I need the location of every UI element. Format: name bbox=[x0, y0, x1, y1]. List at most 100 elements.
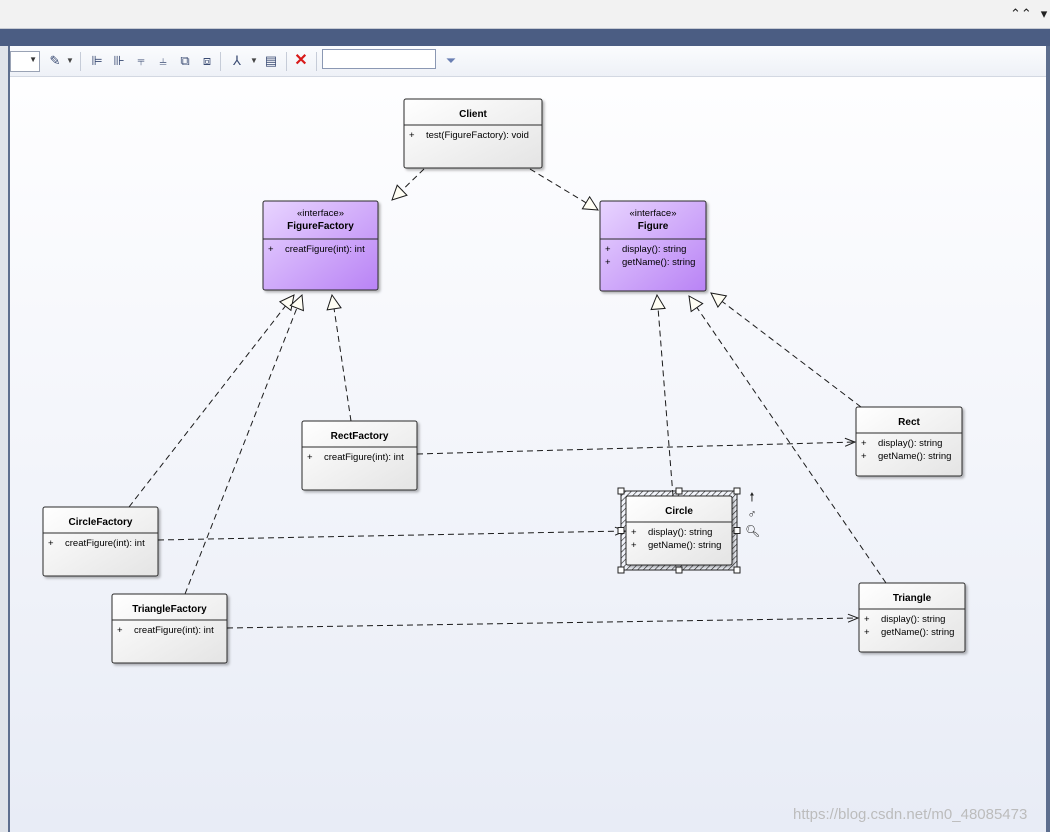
collapse-ribbon-icon[interactable]: ⌃⌃ bbox=[1010, 5, 1032, 23]
chevron-down-icon[interactable]: ▼ bbox=[66, 52, 74, 70]
relation-line[interactable] bbox=[184, 307, 298, 595]
member-visibility: + bbox=[48, 538, 54, 549]
resize-handle[interactable] bbox=[617, 566, 625, 574]
class-member[interactable]: creatFigure(int): int bbox=[285, 244, 365, 255]
class-client[interactable]: Client + test(FigureFactory): void bbox=[403, 98, 543, 169]
resize-handle[interactable] bbox=[733, 527, 741, 534]
member-visibility: + bbox=[605, 257, 611, 268]
member-visibility: + bbox=[307, 452, 313, 463]
window-menu-icon[interactable]: ▾ bbox=[1038, 5, 1050, 23]
filter-input[interactable] bbox=[322, 49, 436, 69]
class-name: TriangleFactory bbox=[132, 604, 207, 615]
relation-realization-rectfactory-figurefactory[interactable] bbox=[326, 293, 352, 422]
class-member[interactable]: getName(): string bbox=[622, 257, 695, 268]
class-member[interactable]: creatFigure(int): int bbox=[134, 625, 214, 636]
class-circle[interactable]: Circle + display(): string + getName(): stri… bbox=[625, 495, 733, 566]
class-figurefactory[interactable]: «interface» FigureFactory + creatFigure(int… bbox=[262, 200, 379, 291]
resize-handle[interactable] bbox=[733, 487, 741, 495]
relations-layer bbox=[128, 168, 887, 629]
class-member[interactable]: display(): string bbox=[648, 527, 712, 538]
member-visibility: + bbox=[631, 540, 637, 551]
class-member[interactable]: creatFigure(int): int bbox=[65, 538, 145, 549]
align-bottom-icon[interactable]: ⫨ bbox=[154, 52, 172, 70]
relation-line[interactable] bbox=[529, 168, 587, 204]
class-member[interactable]: display(): string bbox=[881, 614, 945, 625]
class-name: Triangle bbox=[893, 593, 932, 604]
right-scrollbar-edge[interactable] bbox=[1046, 46, 1050, 832]
relation-dependency-rectfactory-rect[interactable] bbox=[416, 437, 857, 455]
relation-realization-circlefactory-figurefactory[interactable] bbox=[128, 294, 295, 508]
relation-line[interactable] bbox=[721, 301, 862, 408]
class-stereotype: «interface» bbox=[297, 208, 344, 219]
class-member[interactable]: getName(): string bbox=[648, 540, 721, 551]
class-name: Figure bbox=[638, 221, 669, 232]
window-top-bar: ⌃⌃ ▾ bbox=[0, 0, 1050, 29]
class-name: FigureFactory bbox=[287, 221, 354, 232]
member-visibility: + bbox=[861, 451, 867, 462]
chevron-down-icon[interactable]: ▼ bbox=[250, 52, 258, 70]
edit-style-icon[interactable]: ✎ bbox=[46, 52, 64, 70]
class-member[interactable]: display(): string bbox=[878, 438, 942, 449]
relation-dependency-trianglefactory-triangle[interactable] bbox=[226, 613, 860, 629]
resize-handle[interactable] bbox=[617, 487, 625, 495]
properties-icon[interactable]: ▤ bbox=[262, 52, 280, 70]
class-member[interactable]: getName(): string bbox=[878, 451, 951, 462]
resize-handle[interactable] bbox=[733, 566, 741, 574]
member-visibility: + bbox=[268, 244, 274, 255]
relation-realization-client-figure[interactable] bbox=[529, 168, 599, 211]
chevron-down-icon: ▼ bbox=[29, 55, 37, 64]
relation-line[interactable] bbox=[157, 530, 626, 541]
class-triangle[interactable]: Triangle + display(): string + getName(): st… bbox=[858, 582, 966, 653]
class-trianglefactory[interactable]: TriangleFactory + creatFigure(int): int bbox=[111, 593, 228, 664]
class-member[interactable]: display(): string bbox=[622, 244, 686, 255]
uml-class-diagram[interactable]: Client + test(FigureFactory): void «interfa… bbox=[10, 77, 1046, 832]
relation-line[interactable] bbox=[657, 308, 674, 497]
bring-forward-icon[interactable]: ⧉ bbox=[176, 52, 194, 70]
zoom-icon[interactable]: 🔍︎ bbox=[745, 524, 760, 538]
class-member[interactable]: creatFigure(int): int bbox=[324, 452, 404, 463]
diagram-canvas[interactable]: Client + test(FigureFactory): void «interfa… bbox=[10, 77, 1046, 832]
relation-line[interactable] bbox=[333, 308, 352, 422]
move-up-icon[interactable]: 🠕 bbox=[745, 490, 759, 504]
resize-handle[interactable] bbox=[617, 527, 625, 534]
member-visibility: + bbox=[861, 438, 867, 449]
realization-arrowhead bbox=[650, 293, 666, 311]
diagram-title-strip bbox=[0, 29, 1050, 46]
layout-tree-icon[interactable]: ⅄ bbox=[228, 52, 246, 70]
relation-realization-client-figurefactory[interactable] bbox=[391, 168, 425, 201]
member-visibility: + bbox=[631, 527, 637, 538]
member-visibility: + bbox=[409, 130, 415, 141]
class-member[interactable]: test(FigureFactory): void bbox=[426, 130, 529, 141]
relation-dependency-circlefactory-circle[interactable] bbox=[157, 526, 627, 541]
relation-line[interactable] bbox=[401, 168, 425, 191]
left-panel-edge bbox=[0, 46, 10, 832]
zoom-combo[interactable]: ▼ bbox=[10, 51, 40, 72]
relation-line[interactable] bbox=[128, 305, 286, 508]
class-rect[interactable]: Rect + display(): string + getName(): string bbox=[855, 406, 963, 477]
relation-realization-trianglefactory-figurefactory[interactable] bbox=[184, 293, 304, 595]
filter-funnel-icon[interactable]: ⏷ bbox=[442, 52, 460, 70]
align-top-icon[interactable]: ⫧ bbox=[132, 52, 150, 70]
resize-handle[interactable] bbox=[675, 566, 683, 574]
align-right-icon[interactable]: ⊪ bbox=[110, 52, 128, 70]
class-name: Circle bbox=[665, 506, 693, 517]
relation-realization-circle-figure[interactable] bbox=[650, 293, 674, 497]
toolbar-separator bbox=[220, 52, 221, 71]
diagram-toolbar: ▼ ✎ ▼ ⊫ ⊪ ⫧ ⫨ ⧉ ⧈ ⅄ ▼ ▤ ✕ ⏷ bbox=[10, 46, 1046, 77]
delete-icon[interactable]: ✕ bbox=[292, 52, 310, 70]
class-circlefactory[interactable]: CircleFactory + creatFigure(int): int bbox=[42, 506, 159, 577]
send-backward-icon[interactable]: ⧈ bbox=[198, 52, 216, 70]
relation-line[interactable] bbox=[226, 617, 859, 629]
watermark-text: https://blog.csdn.net/m0_48085473 bbox=[793, 806, 1027, 823]
resize-handle[interactable] bbox=[675, 487, 683, 495]
realization-arrowhead bbox=[710, 292, 728, 308]
member-visibility: + bbox=[864, 627, 870, 638]
toolbar-separator bbox=[316, 52, 317, 71]
class-rectfactory[interactable]: RectFactory + creatFigure(int): int bbox=[301, 420, 418, 491]
relation-line[interactable] bbox=[416, 441, 856, 455]
align-left-icon[interactable]: ⊫ bbox=[88, 52, 106, 70]
class-member[interactable]: getName(): string bbox=[881, 627, 954, 638]
link-icon[interactable]: ♂ bbox=[745, 507, 759, 521]
class-figure[interactable]: «interface» Figure + display(): string + getN… bbox=[599, 200, 707, 292]
relation-realization-rect-figure[interactable] bbox=[710, 292, 862, 408]
